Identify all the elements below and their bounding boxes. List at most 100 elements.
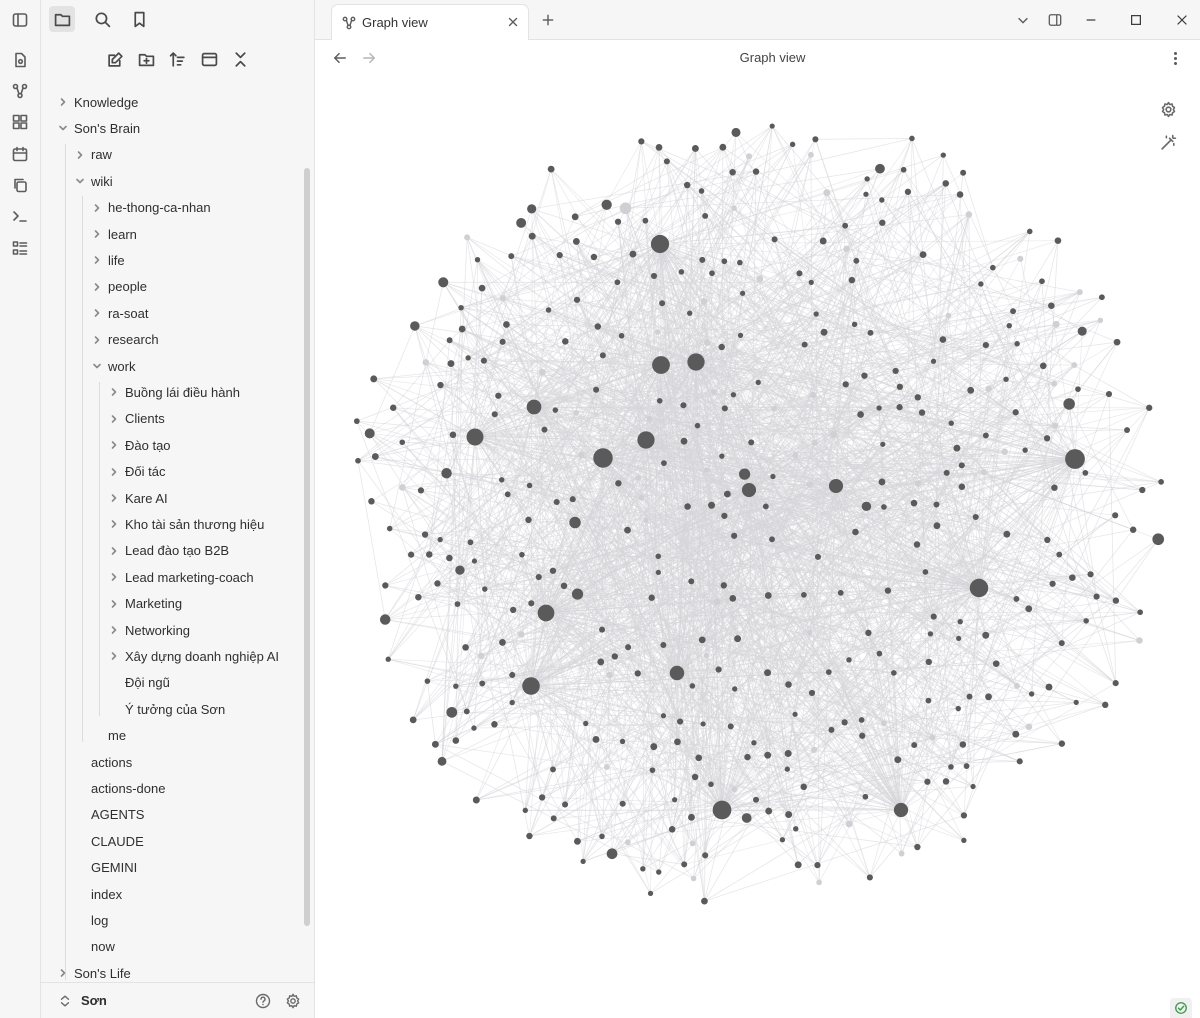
graph-node[interactable] — [425, 551, 433, 558]
graph-node[interactable] — [992, 660, 1000, 667]
graph-node[interactable] — [684, 503, 691, 510]
graph-node[interactable] — [980, 469, 987, 476]
graph-node[interactable] — [764, 592, 772, 599]
graph-node[interactable] — [1013, 596, 1020, 602]
graph-node[interactable] — [764, 669, 772, 677]
graph-node[interactable] — [660, 713, 667, 719]
graph-node[interactable] — [884, 587, 892, 594]
graph-node[interactable] — [573, 410, 579, 416]
graph-node[interactable] — [701, 897, 708, 905]
graph-node[interactable] — [463, 708, 470, 715]
graph-node[interactable] — [730, 392, 737, 398]
help-icon[interactable] — [253, 991, 273, 1011]
graph-node[interactable] — [709, 270, 715, 277]
graph-node[interactable] — [446, 337, 453, 344]
tree-item[interactable]: Kare AI — [107, 486, 168, 510]
graph-node[interactable] — [1051, 380, 1058, 387]
tree-item[interactable]: learn — [90, 222, 137, 246]
graph-node[interactable] — [751, 740, 757, 746]
graph-node[interactable] — [841, 719, 848, 726]
graph-node[interactable] — [415, 593, 422, 601]
tree-item[interactable]: Son's Brain — [56, 116, 140, 140]
graph-node[interactable] — [990, 264, 996, 271]
tree-item[interactable]: Lead đào tạo B2B — [107, 539, 229, 563]
graph-node[interactable] — [691, 145, 699, 152]
graph-node[interactable] — [434, 580, 441, 587]
graph-node[interactable] — [1052, 320, 1060, 328]
chevron-right-icon[interactable] — [90, 306, 104, 320]
graph-node[interactable] — [721, 512, 728, 519]
graph-node[interactable] — [769, 536, 775, 543]
graph-node[interactable] — [437, 756, 447, 766]
graph-node[interactable] — [866, 874, 873, 881]
tab-graph-view[interactable]: Graph view — [331, 4, 529, 40]
graph-node[interactable] — [746, 153, 753, 160]
chevron-right-icon[interactable] — [107, 412, 121, 426]
graph-node[interactable] — [640, 866, 646, 872]
graph-node[interactable] — [580, 858, 586, 865]
maximize-window-icon[interactable] — [1122, 6, 1150, 34]
graph-node[interactable] — [898, 850, 905, 857]
graph-node[interactable] — [741, 482, 757, 498]
graph-node[interactable] — [618, 332, 625, 339]
graph-node[interactable] — [446, 554, 453, 562]
graph-node[interactable] — [629, 250, 637, 258]
graph-node[interactable] — [471, 725, 477, 731]
graph-node[interactable] — [769, 123, 775, 129]
graph-node[interactable] — [646, 416, 652, 422]
search-icon[interactable] — [89, 6, 115, 32]
graph-node[interactable] — [892, 367, 899, 375]
graph-node[interactable] — [526, 832, 533, 840]
graph-node[interactable] — [755, 379, 761, 386]
graph-node[interactable] — [446, 706, 458, 718]
graph-node[interactable] — [526, 482, 533, 489]
graph-node[interactable] — [663, 158, 670, 165]
graph-node[interactable] — [814, 553, 822, 560]
graph-node[interactable] — [702, 213, 709, 219]
graph-node[interactable] — [638, 138, 645, 145]
graph-node[interactable] — [982, 432, 989, 439]
sync-status-icon[interactable] — [1170, 998, 1192, 1018]
graph-node[interactable] — [477, 652, 485, 660]
graph-node[interactable] — [371, 453, 379, 461]
graph-node[interactable] — [652, 356, 670, 374]
graph-node[interactable] — [875, 163, 885, 174]
graph-node[interactable] — [458, 325, 466, 333]
graph-node[interactable] — [447, 360, 455, 368]
graph-node[interactable] — [545, 307, 552, 313]
graph-node[interactable] — [876, 650, 883, 657]
tree-item[interactable]: CLAUDE — [91, 829, 144, 853]
graph-node[interactable] — [599, 626, 606, 633]
graph-node[interactable] — [668, 826, 676, 833]
graph-node[interactable] — [449, 431, 457, 439]
graph-node[interactable] — [740, 290, 746, 296]
graph-node[interactable] — [972, 513, 979, 521]
tab-list-chevron-down-icon[interactable] — [1009, 6, 1037, 34]
graph-node[interactable] — [424, 678, 431, 684]
more-options-icon[interactable] — [1167, 50, 1183, 66]
graph-node[interactable] — [687, 353, 705, 371]
graph-node[interactable] — [479, 680, 486, 687]
graph-node[interactable] — [1051, 484, 1058, 491]
graph-node[interactable] — [771, 405, 777, 412]
chevron-right-icon[interactable] — [107, 517, 121, 531]
graph-svg[interactable] — [315, 76, 1200, 1018]
graph-node[interactable] — [571, 588, 584, 600]
graph-node[interactable] — [796, 270, 803, 277]
graph-node[interactable] — [1051, 422, 1059, 429]
graph-node[interactable] — [752, 168, 760, 175]
graph-node[interactable] — [953, 444, 961, 452]
graph-node[interactable] — [573, 296, 581, 303]
graph-node[interactable] — [599, 833, 605, 840]
bookmark-icon[interactable] — [126, 6, 152, 32]
graph-node[interactable] — [1069, 574, 1076, 581]
new-note-icon[interactable] — [8, 48, 32, 72]
tree-item[interactable]: Knowledge — [56, 90, 138, 114]
graph-node[interactable] — [611, 653, 618, 660]
graph-node[interactable] — [370, 375, 378, 383]
graph-node[interactable] — [421, 531, 429, 538]
graph-node[interactable] — [966, 693, 973, 700]
graph-node[interactable] — [462, 644, 469, 651]
graph-node[interactable] — [695, 754, 703, 762]
chevron-down-icon[interactable] — [73, 174, 87, 188]
